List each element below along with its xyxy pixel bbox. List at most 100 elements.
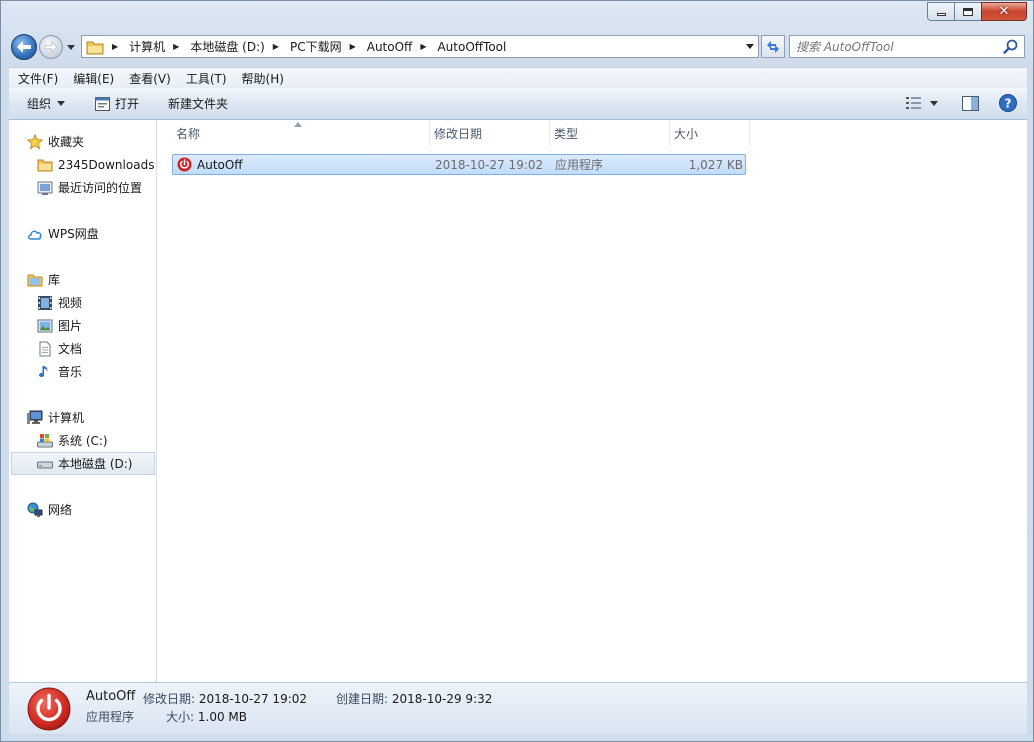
nav-favorites-label: 收藏夹 <box>48 135 85 149</box>
star-icon <box>27 133 43 150</box>
nav-drive-c[interactable]: 系统 (C:) <box>9 429 156 452</box>
search-input[interactable] <box>790 39 1002 54</box>
menu-file[interactable]: 文件(F) <box>9 70 64 87</box>
column-modified-label: 修改日期 <box>434 126 483 141</box>
menu-help[interactable]: 帮助(H) <box>233 70 290 87</box>
file-list-pane: 名称 修改日期 类型 大小 AutoOff 2018-10-27 19:02 应… <box>158 120 1027 682</box>
navigation-pane: 收藏夹 2345Downloads 最近访问的位置 WPS网盘 库 视频 图片 … <box>9 120 157 682</box>
nav-videos[interactable]: 视频 <box>9 291 156 314</box>
details-created-value: 2018-10-29 9:32 <box>391 692 493 706</box>
nav-wps-cloud-label: WPS网盘 <box>48 227 99 241</box>
column-size-label: 大小 <box>674 126 699 141</box>
column-header-size[interactable]: 大小 <box>670 120 750 146</box>
nav-drive-d-label: 本地磁盘 (D:) <box>58 457 133 471</box>
details-modified-value: 2018-10-27 19:02 <box>198 692 308 706</box>
new-folder-button[interactable]: 新建文件夹 <box>168 95 228 112</box>
breadcrumb-separator[interactable]: ▶ <box>110 42 125 51</box>
back-button[interactable] <box>11 34 37 60</box>
nav-pictures[interactable]: 图片 <box>9 314 156 337</box>
network-icon <box>27 502 43 517</box>
column-header-modified[interactable]: 修改日期 <box>430 120 550 146</box>
address-history-dropdown[interactable] <box>746 42 754 51</box>
organize-button[interactable]: 组织 <box>27 95 66 112</box>
column-header-type[interactable]: 类型 <box>550 120 670 146</box>
back-arrow-icon <box>17 41 31 53</box>
command-bar: 组织 打开 新建文件夹 ? <box>9 88 1027 120</box>
search-icon[interactable] <box>1002 38 1020 56</box>
hard-drive-icon <box>37 461 53 468</box>
view-options-icon[interactable] <box>906 96 922 110</box>
details-created: 创建日期: 2018-10-29 9:32 <box>336 690 492 707</box>
file-name: AutoOff <box>197 157 243 172</box>
caption-buttons: ✕ <box>927 2 1027 21</box>
breadcrumb-autooff[interactable]: AutoOff ▶ <box>367 40 434 54</box>
pictures-icon <box>37 319 53 332</box>
title-bar: ✕ <box>1 1 1033 31</box>
nav-recent-places[interactable]: 最近访问的位置 <box>9 176 156 199</box>
power-icon <box>27 687 71 731</box>
preview-pane-icon[interactable] <box>962 95 979 111</box>
maximize-button[interactable] <box>954 2 981 21</box>
nav-recent-places-label: 最近访问的位置 <box>58 181 143 195</box>
file-modified: 2018-10-27 19:02 <box>435 157 544 172</box>
nav-drive-d[interactable]: 本地磁盘 (D:) <box>11 452 155 475</box>
column-headers: 名称 修改日期 类型 大小 <box>172 120 750 146</box>
close-button[interactable]: ✕ <box>981 2 1027 21</box>
file-row-autooff[interactable]: AutoOff 2018-10-27 19:02 应用程序 1,027 KB <box>172 154 746 175</box>
breadcrumb-autoofftool[interactable]: AutoOffTool <box>437 40 506 54</box>
open-app-icon <box>95 96 111 111</box>
file-type: 应用程序 <box>555 158 604 172</box>
breadcrumb-drive-d[interactable]: 本地磁盘 (D:) ▶ <box>190 38 286 55</box>
refresh-button[interactable] <box>761 35 785 58</box>
column-header-name[interactable]: 名称 <box>172 120 430 146</box>
cloud-icon <box>28 230 42 240</box>
nav-pictures-label: 图片 <box>58 319 83 333</box>
details-size: 大小: 1.00 MB <box>166 708 247 725</box>
menu-tools[interactable]: 工具(T) <box>177 70 233 87</box>
file-size: 1,027 KB <box>688 157 743 172</box>
svg-text:?: ? <box>1005 97 1012 111</box>
chevron-down-icon[interactable] <box>930 100 938 106</box>
chevron-down-icon <box>67 44 75 50</box>
menu-bar: 文件(F) 编辑(E) 查看(V) 工具(T) 帮助(H) <box>9 67 1027 88</box>
explorer-window: ✕ ▶ 计算机 ▶ 本地磁盘 (D:) ▶ PC下载网 ▶ AutoOff ▶ Auto… <box>0 0 1034 742</box>
view-controls: ? <box>906 94 1017 112</box>
breadcrumb-computer[interactable]: 计算机 ▶ <box>129 38 186 55</box>
nav-network[interactable]: 网络 <box>9 498 156 521</box>
menu-edit[interactable]: 编辑(E) <box>64 70 120 87</box>
help-icon[interactable]: ? <box>999 94 1017 112</box>
search-box[interactable] <box>789 35 1025 58</box>
forward-button[interactable] <box>39 35 63 59</box>
recent-pages-dropdown[interactable] <box>67 41 77 53</box>
chevron-down-icon <box>746 44 754 49</box>
nav-2345downloads-label: 2345Downloads <box>58 157 155 172</box>
refresh-icon <box>767 40 779 53</box>
menu-view[interactable]: 查看(V) <box>120 70 177 87</box>
nav-libraries[interactable]: 库 <box>9 268 156 291</box>
address-bar[interactable]: ▶ 计算机 ▶ 本地磁盘 (D:) ▶ PC下载网 ▶ AutoOff ▶ AutoOf… <box>81 35 759 58</box>
nav-documents[interactable]: 文档 <box>9 337 156 360</box>
nav-music[interactable]: 音乐 <box>9 360 156 383</box>
main-area: 收藏夹 2345Downloads 最近访问的位置 WPS网盘 库 视频 图片 … <box>9 120 1027 682</box>
file-name-cell: AutoOff <box>173 155 431 174</box>
column-name-label: 名称 <box>176 126 201 141</box>
new-folder-label: 新建文件夹 <box>168 97 229 111</box>
nav-favorites[interactable]: 收藏夹 <box>9 130 156 153</box>
nav-computer[interactable]: 计算机 <box>9 406 156 429</box>
nav-network-label: 网络 <box>48 503 73 517</box>
sort-ascending-icon <box>294 122 302 127</box>
details-size-label: 大小: <box>166 710 195 724</box>
open-button[interactable]: 打开 <box>95 95 139 112</box>
breadcrumb-pcdownload[interactable]: PC下载网 ▶ <box>290 38 363 55</box>
details-pane: AutoOff 应用程序 修改日期: 2018-10-27 19:02 大小: … <box>9 682 1027 734</box>
library-icon <box>27 274 43 286</box>
nav-2345downloads[interactable]: 2345Downloads <box>9 153 156 176</box>
minimize-button[interactable] <box>927 2 954 21</box>
document-icon <box>39 341 51 356</box>
nav-wps-cloud[interactable]: WPS网盘 <box>9 222 156 245</box>
system-drive-icon <box>37 433 53 447</box>
